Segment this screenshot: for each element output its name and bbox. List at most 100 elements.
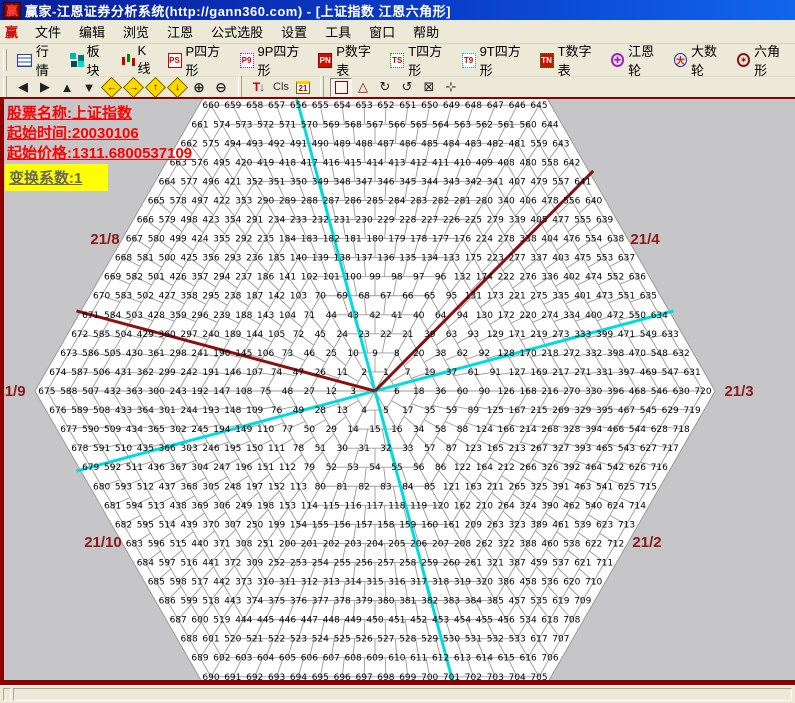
hexagon-number: 594 [126, 501, 143, 511]
step-up-icon: ▲ [61, 80, 74, 95]
hexagon-number: 57 [424, 444, 435, 454]
square-tool-button[interactable] [330, 78, 352, 97]
hexagon-number: 74 [271, 368, 283, 378]
hexagon-number: 435 [137, 444, 154, 454]
toolbar-button-7[interactable]: T99T四方形 [457, 38, 535, 82]
hexagon-number: 613 [454, 654, 471, 664]
hexagon-number: 563 [454, 120, 471, 130]
move-left-button[interactable]: ← [100, 78, 122, 97]
hexagon-number: 486 [399, 139, 416, 149]
hexagon-number: 606 [301, 654, 318, 664]
hexagon-number: 462 [563, 501, 580, 511]
hexagon-number: 632 [673, 349, 690, 359]
hexagon-number: 1 [383, 368, 389, 378]
rotate-cw-button[interactable]: ↻ [374, 78, 396, 97]
sort-column-button[interactable]: T↓ [248, 78, 270, 97]
hexagon-number: 21 [402, 330, 413, 340]
page-left-button[interactable]: ◀ [12, 78, 34, 97]
status-bar [0, 685, 795, 703]
zoom-in-button[interactable]: ⊕ [188, 78, 210, 97]
toolbar-button-11[interactable]: ✶六角形 [732, 38, 795, 82]
cls-button[interactable]: Cls [270, 78, 292, 97]
date-label-21-10: 21/10 [84, 534, 122, 551]
hexagon-number: 222 [498, 273, 515, 283]
move-up-button[interactable]: ↑ [144, 78, 166, 97]
hexagon-number: 443 [224, 597, 241, 607]
toolbar-button-8[interactable]: TNT数字表 [535, 38, 606, 82]
hexagon-number: 204 [366, 539, 383, 549]
hexagon-canvas[interactable]: 1234567891011121314151617181920212223242… [0, 97, 795, 685]
hexagon-number: 130 [476, 311, 493, 321]
hexagon-number: 388 [520, 539, 537, 549]
app-window: 赢 赢家-江恩证券分析系统(http://gann360.com) - [上证指… [0, 0, 795, 703]
hexagon-number: 37 [446, 368, 457, 378]
hexagon-number: 650 [421, 101, 438, 111]
hexagon-number: 234 [268, 216, 285, 226]
toolbar-button-9[interactable]: ✚江恩轮 [606, 38, 669, 82]
toolbar-button-10[interactable]: 大大数轮 [669, 38, 732, 82]
hexagon-number: 186 [257, 273, 274, 283]
hexagon-number: 713 [618, 520, 635, 530]
box-x-tool-icon: ⊠ [424, 79, 435, 95]
hexagon-number: 8 [394, 349, 400, 359]
hexagon-number: 349 [312, 177, 329, 187]
hexagon-number: 345 [399, 177, 416, 187]
zoom-out-button[interactable]: ⊖ [210, 78, 232, 97]
hexagon-number: 490 [312, 139, 329, 149]
hexagon-number: 162 [454, 501, 471, 511]
hexagon-number: 179 [388, 235, 405, 245]
page-right-button[interactable]: ▶ [34, 78, 56, 97]
hexagon-number: 518 [202, 597, 219, 607]
center-tool-button[interactable]: ⊹ [440, 78, 462, 97]
rotate-ccw-button[interactable]: ↺ [396, 78, 418, 97]
hexagon-number: 166 [498, 425, 515, 435]
hexagon-number: 9 [372, 349, 378, 359]
move-right-button[interactable]: → [122, 78, 144, 97]
hexagon-number: 471 [618, 330, 635, 340]
toolbar-button-2[interactable]: K线 [116, 40, 163, 80]
hexagon-number: 620 [563, 578, 580, 588]
step-down-button[interactable]: ▼ [78, 78, 100, 97]
sector-blocks-icon [70, 53, 83, 67]
move-up-icon: ↑ [144, 76, 165, 97]
hexagon-number: 156 [334, 520, 351, 530]
hexagon-number: 233 [290, 216, 307, 226]
hexagon-number: 281 [454, 197, 471, 207]
hexagon-number: 376 [290, 597, 307, 607]
hexagon-number: 708 [563, 616, 580, 626]
hexagon-number: 454 [454, 616, 471, 626]
hexagon-number: 295 [202, 292, 219, 302]
hexagon-number: 184 [279, 235, 296, 245]
hexagon-number: 101 [323, 273, 340, 283]
hexagon-number: 686 [159, 597, 176, 607]
hexagon-number: 61 [468, 368, 479, 378]
hexagon-number: 636 [629, 273, 646, 283]
hexagon-number: 10 [347, 349, 359, 359]
hexagon-number: 4 [361, 406, 367, 416]
hexagon-wheel-icon: ✶ [737, 53, 750, 67]
hexagon-number: 593 [115, 482, 132, 492]
calendar-button[interactable]: 21 [292, 78, 314, 97]
hexagon-number: 354 [224, 216, 241, 226]
move-down-button[interactable]: ↓ [166, 78, 188, 97]
hexagon-number: 154 [290, 520, 307, 530]
hexagon-number: 76 [271, 406, 283, 416]
step-up-button[interactable]: ▲ [56, 78, 78, 97]
hexagon-number: 630 [673, 387, 690, 397]
hexagon-number: 672 [71, 330, 88, 340]
box-x-tool-button[interactable]: ⊠ [418, 78, 440, 97]
hexagon-number: 28 [315, 406, 327, 416]
triangle-tool-button[interactable]: △ [352, 78, 374, 97]
start-price-label: 起始价格:1311.6800537109 [7, 144, 225, 164]
hexagon-number: 442 [213, 578, 230, 588]
hexagon-number: 167 [509, 406, 526, 416]
hexagon-number: 433 [115, 406, 132, 416]
hexagon-number: 160 [421, 520, 438, 530]
hexagon-number: 189 [224, 330, 241, 340]
hexagon-number: 674 [49, 368, 66, 378]
hexagon-number: 514 [159, 520, 176, 530]
hexagon-number: 185 [268, 254, 285, 264]
hexagon-number: 352 [246, 177, 263, 187]
gann-hexagon-chart[interactable]: 1234567891011121314151617181920212223242… [0, 97, 795, 685]
hexagon-number: 434 [126, 425, 143, 435]
